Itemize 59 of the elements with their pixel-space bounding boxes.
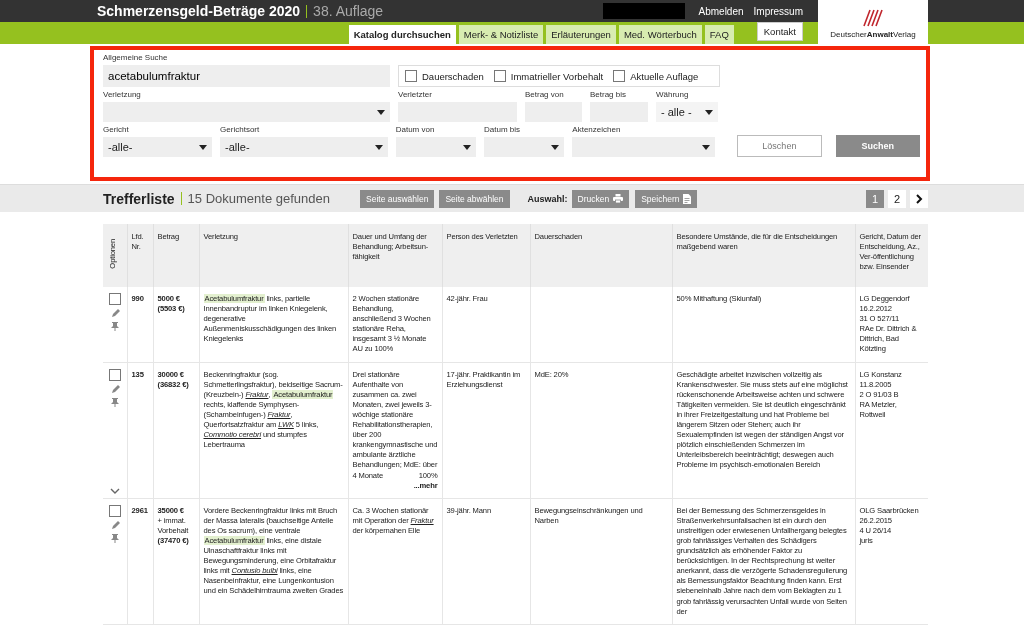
field-label: Datum von [395,125,436,134]
field-label: Betrag bis [590,90,628,99]
pin-icon[interactable] [111,397,120,407]
chevron-right-icon [915,193,923,204]
row-checkbox[interactable] [109,368,122,381]
nav-tab[interactable]: Med. Wörterbuch [618,25,702,44]
next-page-button[interactable] [910,189,928,208]
pin-icon[interactable] [111,322,120,331]
form-button[interactable]: Löschen [737,135,822,157]
dropdown[interactable]: -alle- [103,137,213,157]
nav-tab[interactable]: Erläuterungen [546,25,616,44]
checkbox[interactable] [493,70,506,82]
app-title: Schmerzensgeld-Beträge 2020 [97,3,301,19]
logo-icon [862,7,884,28]
checkbox[interactable] [613,70,626,82]
pin-icon[interactable] [111,533,120,543]
field-label: Betrag von [525,90,565,99]
field-label: Gericht [103,125,130,134]
caret-icon [374,144,383,150]
printer-icon [613,194,624,203]
page-link[interactable]: 2 [888,189,906,208]
results-count: 15 Dokumente gefunden [187,191,330,206]
checkbox-label: Aktuelle Auflage [630,70,699,82]
checkbox-label: Immatrieller Vorbehalt [510,70,604,82]
caret-icon [705,109,713,115]
caret-icon [199,144,208,150]
field-label: Währung [656,90,690,99]
field-label: Aktenzeichen [572,125,622,134]
checkbox[interactable] [405,70,417,82]
row-checkbox[interactable] [109,293,122,305]
pencil-icon[interactable] [110,520,120,530]
field-label: Gerichtsort [220,125,261,134]
caret-icon [463,144,472,150]
dropdown[interactable]: -alle- [220,137,388,157]
checkbox-label: Dauerschaden [422,70,484,82]
document-icon [683,193,692,204]
field-label: Datum bis [484,125,522,134]
nav-tab[interactable]: FAQ [704,25,734,44]
caret-icon [702,144,711,150]
pencil-icon[interactable] [110,384,120,394]
search-field[interactable]: acetabulumfraktur [103,65,390,87]
contact-button[interactable]: Kontakt [756,22,803,41]
results-title: Trefferliste [103,190,175,207]
row-checkbox[interactable] [109,504,122,517]
pencil-icon[interactable] [110,309,120,318]
field-label: Allgemeine Suche [103,53,169,62]
dropdown[interactable]: - alle - [656,102,718,122]
field-label: Verletzter [398,90,433,99]
selection-label: Auswahl: [527,193,568,204]
caret-icon [377,109,385,115]
nav-tab[interactable]: Merk- & Notizliste [458,25,544,44]
edition-label: 38. Auflage [313,3,384,19]
publisher-logo[interactable]: DeutscherAnwaltVerlag [818,0,928,46]
nav-tab[interactable]: Katalog durchsuchen [348,25,456,44]
header-link[interactable]: Abmelden [698,5,744,17]
chevron-down-icon[interactable] [110,487,121,494]
caret-icon [551,144,560,150]
header-link[interactable]: Impressum [753,5,803,17]
field-label: Verletzung [103,90,142,99]
